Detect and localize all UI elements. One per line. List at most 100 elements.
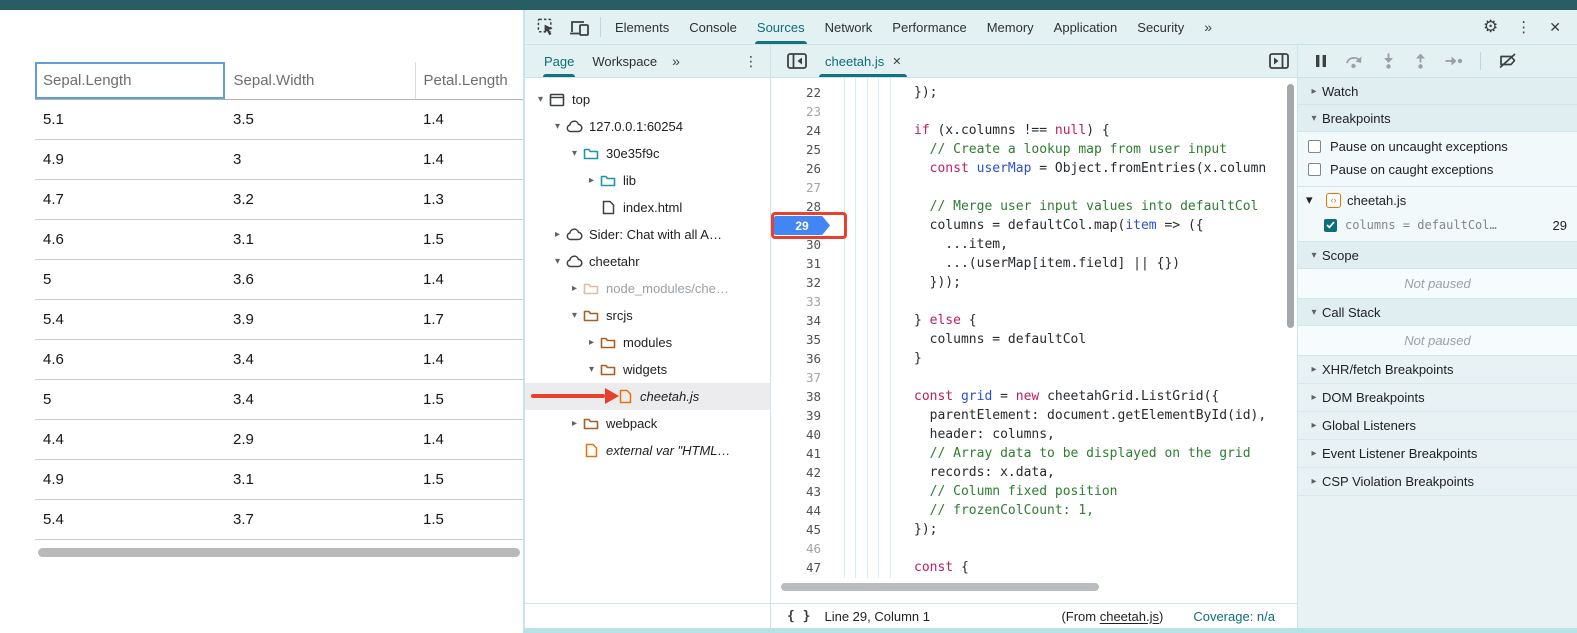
chevron-right-icon[interactable]: ▸: [567, 283, 582, 294]
table-cell[interactable]: 3: [225, 139, 415, 179]
tab-elements[interactable]: Elements: [605, 10, 679, 44]
navigator-more-tabs-icon[interactable]: »: [666, 45, 684, 77]
table-cell[interactable]: 3.4: [225, 339, 415, 379]
sidebar-section-dom-breakpoints[interactable]: ▸DOM Breakpoints: [1298, 384, 1577, 412]
code-line[interactable]: 30 ...item,: [771, 235, 1297, 254]
table-cell[interactable]: 3.1: [225, 459, 415, 499]
tree-item-cheetahr[interactable]: ▾cheetahr: [525, 248, 770, 275]
scope-section-header[interactable]: ▾ Scope: [1298, 242, 1577, 269]
more-tabs-icon[interactable]: »: [1194, 10, 1220, 44]
table-cell[interactable]: 3.6: [225, 259, 415, 299]
table-cell[interactable]: 5: [35, 379, 225, 419]
chevron-down-icon[interactable]: ▾: [584, 364, 599, 375]
table-cell[interactable]: 5.4: [35, 299, 225, 339]
table-header-cell[interactable]: Petal.Length: [415, 62, 523, 99]
table-cell[interactable]: 4.9: [35, 139, 225, 179]
line-number[interactable]: 39: [771, 408, 833, 423]
tree-item-index.html[interactable]: index.html: [525, 194, 770, 221]
code-line[interactable]: 41 // Array data to be displayed on the …: [771, 444, 1297, 463]
table-cell[interactable]: 4.4: [35, 419, 225, 459]
show-debugger-panel-icon[interactable]: [1261, 45, 1297, 77]
code-line[interactable]: 35 columns = defaultCol: [771, 330, 1297, 349]
code-line[interactable]: 31 ...(userMap[item.field] || {}): [771, 254, 1297, 273]
coverage-status[interactable]: Coverage: n/a: [1193, 609, 1275, 624]
table-cell[interactable]: 3.9: [225, 299, 415, 339]
code-line[interactable]: 23: [771, 102, 1297, 121]
tree-item-30e35f9c[interactable]: ▾30e35f9c: [525, 140, 770, 167]
page-horizontal-scrollbar[interactable]: [38, 548, 520, 557]
tree-item-top[interactable]: ▾top: [525, 86, 770, 113]
breakpoint-checkbox[interactable]: [1324, 219, 1337, 232]
line-number[interactable]: 37: [771, 370, 833, 385]
chevron-down-icon[interactable]: ▾: [533, 94, 548, 105]
tab-network[interactable]: Network: [815, 10, 883, 44]
tree-item-modules[interactable]: ▸modules: [525, 329, 770, 356]
table-cell[interactable]: 1.4: [415, 419, 523, 459]
editor-vertical-scrollbar[interactable]: [1287, 84, 1294, 328]
table-cell[interactable]: 1.7: [415, 299, 523, 339]
breakpoint-file-row[interactable]: ▾ ‹› cheetah.js: [1298, 187, 1577, 213]
table-cell[interactable]: 3.4: [225, 379, 415, 419]
table-cell[interactable]: 1.5: [415, 219, 523, 259]
table-cell[interactable]: 1.5: [415, 499, 523, 539]
editor-tab-cheetah-js[interactable]: cheetah.js ✕: [815, 45, 911, 77]
tree-item-node-modules-che-[interactable]: ▸node_modules/che…: [525, 275, 770, 302]
line-number[interactable]: 24: [771, 123, 833, 138]
tab-sources[interactable]: Sources: [747, 10, 815, 44]
line-number[interactable]: 42: [771, 465, 833, 480]
tab-performance[interactable]: Performance: [882, 10, 976, 44]
table-cell[interactable]: 4.7: [35, 179, 225, 219]
code-line[interactable]: 42 records: x.data,: [771, 463, 1297, 482]
line-number[interactable]: 34: [771, 313, 833, 328]
tree-item-127.0.0.1-60254[interactable]: ▾127.0.0.1:60254: [525, 113, 770, 140]
table-cell[interactable]: 3.5: [225, 99, 415, 139]
code-line[interactable]: 37: [771, 368, 1297, 387]
table-cell[interactable]: 1.5: [415, 379, 523, 419]
sidebar-section-global-listeners[interactable]: ▸Global Listeners: [1298, 412, 1577, 440]
code-line[interactable]: 43 // Column fixed position: [771, 482, 1297, 501]
exception-option[interactable]: Pause on uncaught exceptions: [1298, 135, 1577, 158]
line-number[interactable]: 43: [771, 484, 833, 499]
code-line[interactable]: 44 // frozenColCount: 1,: [771, 501, 1297, 520]
table-cell[interactable]: 1.4: [415, 259, 523, 299]
table-cell[interactable]: 2.9: [225, 419, 415, 459]
code-line[interactable]: 25 // Create a lookup map from user inpu…: [771, 140, 1297, 159]
device-toolbar-icon[interactable]: [570, 19, 590, 36]
table-cell[interactable]: 1.5: [415, 459, 523, 499]
chevron-right-icon[interactable]: ▸: [584, 175, 599, 186]
code-line[interactable]: 34} else {: [771, 311, 1297, 330]
breakpoints-section-header[interactable]: ▾ Breakpoints: [1298, 105, 1577, 132]
source-origin-link[interactable]: cheetah.js: [1100, 609, 1159, 624]
chevron-down-icon[interactable]: ▾: [550, 256, 565, 267]
hide-navigator-icon[interactable]: [779, 45, 815, 77]
line-number[interactable]: 41: [771, 446, 833, 461]
code-line[interactable]: 24if (x.columns !== null) {: [771, 121, 1297, 140]
line-number[interactable]: 40: [771, 427, 833, 442]
code-line[interactable]: 29 columns = defaultCol.map(item => ({: [771, 216, 1297, 235]
exception-option[interactable]: Pause on caught exceptions: [1298, 158, 1577, 181]
code-line[interactable]: 38const grid = new cheetahGrid.ListGrid(…: [771, 387, 1297, 406]
line-number[interactable]: 27: [771, 180, 833, 195]
tab-application[interactable]: Application: [1044, 10, 1128, 44]
code-editor[interactable]: 22});2324if (x.columns !== null) {25 // …: [771, 78, 1297, 603]
tree-item-external-var-html-[interactable]: external var "HTML…: [525, 437, 770, 464]
table-cell[interactable]: 1.3: [415, 179, 523, 219]
tree-item-widgets[interactable]: ▾widgets: [525, 356, 770, 383]
chevron-right-icon[interactable]: ▸: [584, 337, 599, 348]
table-cell[interactable]: 1.4: [415, 139, 523, 179]
deactivate-breakpoints-icon[interactable]: [1498, 53, 1518, 69]
code-line[interactable]: 28 // Merge user input values into defau…: [771, 197, 1297, 216]
watch-section-header[interactable]: ▸ Watch: [1298, 78, 1577, 105]
line-number[interactable]: 22: [771, 85, 833, 100]
navigator-tab-page[interactable]: Page: [535, 45, 583, 77]
tab-close-icon[interactable]: ✕: [892, 55, 901, 68]
checkbox[interactable]: [1308, 140, 1321, 153]
line-number[interactable]: 31: [771, 256, 833, 271]
line-number[interactable]: 46: [771, 541, 833, 556]
tree-item-lib[interactable]: ▸lib: [525, 167, 770, 194]
tab-security[interactable]: Security: [1127, 10, 1194, 44]
chevron-down-icon[interactable]: ▾: [567, 310, 582, 321]
call-stack-section-header[interactable]: ▾ Call Stack: [1298, 299, 1577, 326]
step-into-icon[interactable]: [1381, 53, 1396, 69]
table-cell[interactable]: 3.1: [225, 219, 415, 259]
